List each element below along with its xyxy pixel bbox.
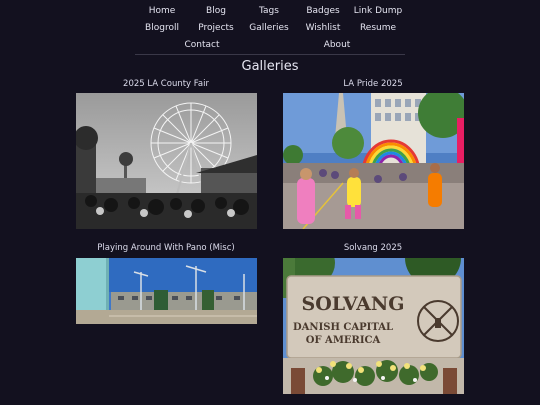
page-title: Galleries	[241, 59, 299, 74]
gallery-thumbnail-la-pride[interactable]	[283, 93, 464, 229]
gallery-thumbnail-la-county-fair[interactable]	[76, 93, 257, 229]
gallery-title-la-pride[interactable]: LA Pride 2025	[278, 79, 468, 90]
nav-resume[interactable]: Resume	[343, 22, 413, 34]
gallery-title-solvang[interactable]: Solvang 2025	[278, 243, 468, 254]
gallery-title-la-county-fair[interactable]: 2025 LA County Fair	[71, 79, 261, 90]
gallery-title-pano[interactable]: Playing Around With Pano (Misc)	[71, 243, 261, 254]
nav-divider	[135, 54, 405, 55]
gallery-thumbnail-pano[interactable]	[76, 258, 257, 324]
nav-contact[interactable]: Contact	[167, 39, 237, 51]
gallery-thumbnail-solvang[interactable]: SOLVANG DANISH CAPITAL OF AMERICA	[283, 258, 464, 394]
nav-link-dump[interactable]: Link Dump	[343, 5, 413, 17]
solvang-sign-line3: OF AMERICA	[306, 335, 381, 346]
solvang-sign-line2: DANISH CAPITAL	[293, 322, 393, 333]
solvang-sign-line1: SOLVANG	[302, 293, 405, 315]
nav-about[interactable]: About	[302, 39, 372, 51]
